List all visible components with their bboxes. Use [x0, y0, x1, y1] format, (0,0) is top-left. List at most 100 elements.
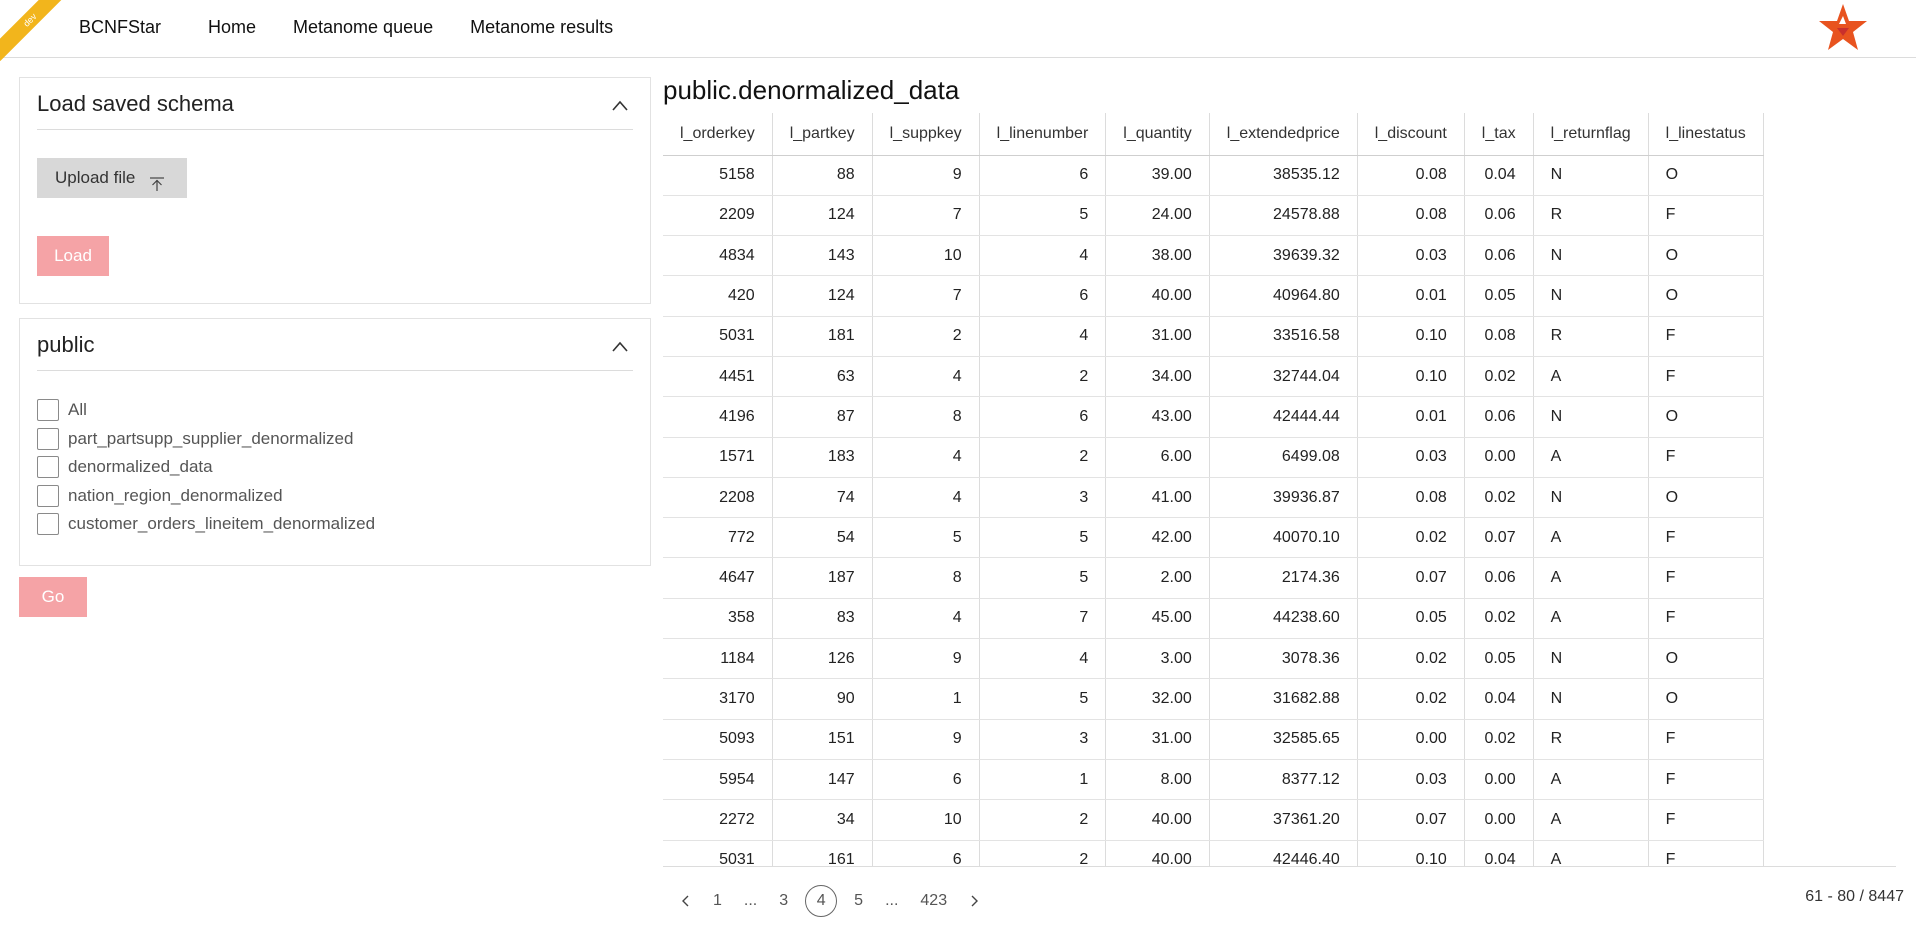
checkbox[interactable] [37, 427, 59, 450]
checkbox[interactable] [37, 456, 59, 479]
table-cell-l-linenumber: 1 [979, 759, 1107, 801]
table-cell-l-partkey: 63 [772, 356, 873, 398]
table-cell-l-orderkey: 5954 [663, 759, 773, 801]
checkbox-item-part-partsupp-supplier-denormalized[interactable]: part_partsupp_supplier_denormalized [37, 425, 375, 454]
column-header[interactable]: l_tax [1464, 113, 1534, 156]
page-ellipsis[interactable]: ... [744, 892, 757, 910]
table-cell-l-returnflag: R [1533, 195, 1649, 237]
nav-home[interactable]: Home [208, 17, 256, 38]
chevron-up-icon[interactable] [612, 339, 628, 355]
table-cell-l-returnflag: R [1533, 719, 1649, 760]
table-cell-l-extendedprice: 32585.65 [1209, 719, 1358, 760]
table-cell-l-partkey: 74 [772, 477, 873, 519]
table-row: 2272 34 10 2 40.00 37361.20 0.07 0.00 A F [663, 799, 1764, 841]
table-cell-l-suppkey: 2 [872, 316, 980, 357]
table-cell-l-tax: 0.06 [1464, 396, 1534, 438]
table-cell-l-linestatus: O [1648, 396, 1764, 438]
table-cell-l-linenumber: 6 [979, 155, 1107, 196]
table-header-row: l_orderkey l_partkey l_suppkey l_linenum… [663, 113, 1764, 156]
checkbox-item-all[interactable]: All [37, 396, 375, 425]
table-cell-l-tax: 0.04 [1464, 678, 1534, 720]
nav-metanome-results[interactable]: Metanome results [470, 17, 613, 38]
column-header[interactable]: l_quantity [1105, 113, 1210, 156]
table-cell-l-linenumber: 5 [979, 195, 1107, 237]
page-link[interactable]: 5 [854, 892, 863, 910]
chevron-up-icon[interactable] [612, 98, 628, 114]
star-logo-icon[interactable] [1815, 2, 1871, 54]
table-row: 5031 161 6 2 40.00 42446.40 0.10 0.04 A F [663, 840, 1764, 866]
column-header[interactable]: l_partkey [772, 113, 873, 156]
table-cell-l-partkey: 187 [772, 557, 873, 599]
table-cell-l-partkey: 124 [772, 275, 873, 317]
column-header[interactable]: l_linestatus [1648, 113, 1764, 156]
column-header[interactable]: l_suppkey [872, 113, 980, 156]
table-cell-l-discount: 0.03 [1357, 437, 1465, 478]
table-cell-l-orderkey: 4451 [663, 356, 773, 398]
table-cell-l-linenumber: 2 [979, 356, 1107, 398]
checkbox-item-denormalized-data[interactable]: denormalized_data [37, 453, 375, 482]
table-cell-l-linestatus: O [1648, 155, 1764, 196]
chevron-right-icon[interactable] [968, 895, 980, 907]
table-cell-l-tax: 0.07 [1464, 517, 1534, 559]
checkbox[interactable] [37, 513, 59, 536]
table-cell-l-partkey: 90 [772, 678, 873, 720]
nav-metanome-queue[interactable]: Metanome queue [293, 17, 433, 38]
load-button[interactable]: Load [37, 236, 109, 276]
main-nav: Home Metanome queue Metanome results [208, 17, 650, 38]
checkbox[interactable] [37, 484, 59, 507]
table-cell-l-quantity: 8.00 [1105, 759, 1210, 801]
table-row: 5158 88 9 6 39.00 38535.12 0.08 0.04 N O [663, 155, 1764, 196]
upload-file-button[interactable]: Upload file [37, 158, 187, 198]
table-cell-l-tax: 0.00 [1464, 799, 1534, 841]
table-cell-l-quantity: 40.00 [1105, 840, 1210, 866]
table-cell-l-discount: 0.02 [1357, 638, 1465, 680]
data-table-container[interactable]: l_orderkey l_partkey l_suppkey l_linenum… [663, 113, 1896, 867]
chevron-left-icon[interactable] [680, 895, 692, 907]
table-cell-l-extendedprice: 33516.58 [1209, 316, 1358, 357]
table-cell-l-linestatus: F [1648, 719, 1764, 760]
table-cell-l-partkey: 151 [772, 719, 873, 760]
checkbox-label: part_partsupp_supplier_denormalized [68, 428, 354, 448]
table-cell-l-linenumber: 7 [979, 598, 1107, 640]
schema-public-panel: public All part_partsupp_supplier_denorm… [19, 318, 651, 566]
table-cell-l-extendedprice: 40070.10 [1209, 517, 1358, 559]
table-cell-l-returnflag: A [1533, 517, 1649, 559]
table-cell-l-discount: 0.07 [1357, 799, 1465, 841]
page-link[interactable]: 423 [920, 892, 947, 910]
table-cell-l-extendedprice: 2174.36 [1209, 557, 1358, 599]
page-link[interactable]: 1 [713, 892, 722, 910]
column-header[interactable]: l_discount [1357, 113, 1465, 156]
table-cell-l-suppkey: 9 [872, 719, 980, 760]
table-row: 4451 63 4 2 34.00 32744.04 0.10 0.02 A F [663, 356, 1764, 398]
checkbox[interactable] [37, 399, 59, 422]
table-cell-l-extendedprice: 39936.87 [1209, 477, 1358, 519]
result-range-info: 61 - 80 / 8447 [1805, 888, 1904, 905]
checkbox-item-nation-region-denormalized[interactable]: nation_region_denormalized [37, 482, 375, 511]
table-cell-l-linenumber: 5 [979, 517, 1107, 559]
table-cell-l-extendedprice: 42446.40 [1209, 840, 1358, 866]
table-cell-l-discount: 0.10 [1357, 356, 1465, 398]
column-header[interactable]: l_orderkey [663, 113, 773, 156]
table-cell-l-tax: 0.02 [1464, 719, 1534, 760]
table-cell-l-linestatus: F [1648, 840, 1764, 866]
table-row: 420 124 7 6 40.00 40964.80 0.01 0.05 N O [663, 275, 1764, 317]
brand-name[interactable]: BCNFStar [79, 17, 161, 38]
column-header[interactable]: l_returnflag [1533, 113, 1649, 156]
go-button[interactable]: Go [19, 577, 87, 617]
checkbox-item-customer-orders-lineitem-denormalized[interactable]: customer_orders_lineitem_denormalized [37, 510, 375, 539]
table-cell-l-suppkey: 4 [872, 477, 980, 519]
table-cell-l-tax: 0.00 [1464, 437, 1534, 478]
page-ellipsis[interactable]: ... [885, 892, 898, 910]
table-cell-l-linenumber: 4 [979, 316, 1107, 357]
table-cell-l-orderkey: 5158 [663, 155, 773, 196]
table-body: 5158 88 9 6 39.00 38535.12 0.08 0.04 N O 2209 124 7 5… [663, 155, 1764, 866]
table-cell-l-partkey: 124 [772, 195, 873, 237]
table-cell-l-suppkey: 7 [872, 275, 980, 317]
table-cell-l-quantity: 45.00 [1105, 598, 1210, 640]
column-header[interactable]: l_extendedprice [1209, 113, 1358, 156]
table-cell-l-extendedprice: 39639.32 [1209, 235, 1358, 277]
page-link-current[interactable]: 4 [805, 885, 838, 917]
page-link[interactable]: 3 [779, 892, 788, 910]
table-cell-l-orderkey: 1184 [663, 638, 773, 680]
column-header[interactable]: l_linenumber [979, 113, 1107, 156]
